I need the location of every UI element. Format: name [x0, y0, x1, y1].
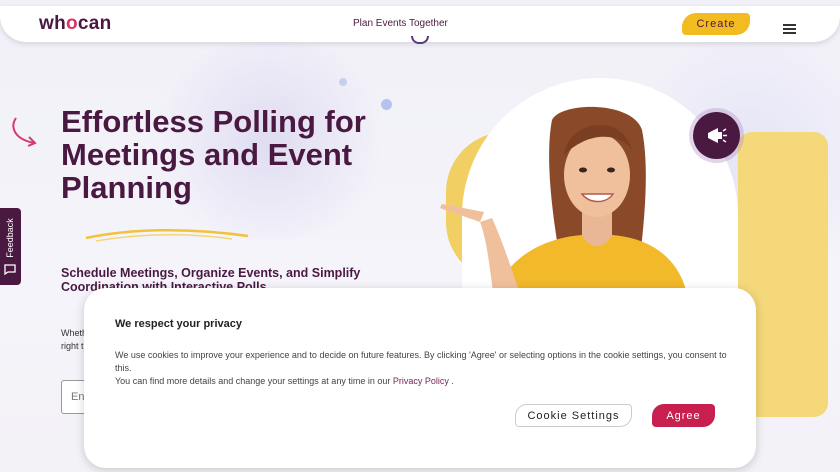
agree-button[interactable]: Agree	[652, 404, 715, 427]
hero-title: Effortless Polling for Meetings and Even…	[61, 104, 366, 205]
megaphone-icon	[708, 128, 727, 143]
header-tagline: Plan Events Together	[353, 18, 448, 29]
decorative-dot	[339, 78, 347, 86]
cookie-title: We respect your privacy	[115, 318, 242, 330]
curved-arrow-icon	[12, 117, 37, 147]
hamburger-menu-icon[interactable]	[783, 24, 796, 34]
cookie-settings-button[interactable]: Cookie Settings	[515, 404, 632, 427]
feedback-chat-icon	[4, 264, 16, 275]
feedback-label: Feedback	[5, 218, 15, 258]
privacy-policy-link[interactable]: Privacy Policy	[393, 376, 449, 386]
whocan-logo[interactable]: whocan	[39, 13, 112, 35]
feedback-tab[interactable]: Feedback	[0, 208, 21, 285]
megaphone-badge	[693, 112, 740, 159]
cookie-text: We use cookies to improve your experienc…	[115, 350, 727, 386]
title-underline-decoration	[85, 228, 249, 242]
header-notch	[411, 36, 429, 44]
hero-person-image	[440, 106, 688, 300]
cookie-consent-modal: We respect your privacy We use cookies t…	[84, 288, 756, 468]
create-button[interactable]: Create	[682, 13, 750, 35]
